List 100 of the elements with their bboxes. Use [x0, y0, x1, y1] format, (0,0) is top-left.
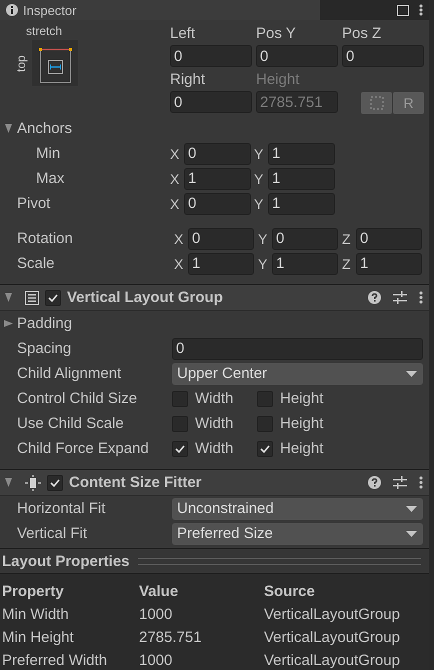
number-field[interactable]: 1 — [356, 252, 422, 274]
help-icon[interactable] — [368, 476, 381, 489]
number-field[interactable]: 1 — [268, 168, 335, 190]
checkbox-label: Width — [195, 415, 234, 432]
foldout-arrow-icon[interactable] — [4, 124, 13, 133]
kebab-icon[interactable] — [419, 4, 423, 16]
inspector-tab[interactable]: Inspector — [0, 0, 320, 20]
anchor-preset-icon[interactable] — [32, 40, 78, 86]
number-field[interactable]: 0 — [188, 228, 254, 250]
checkbox-label: Height — [280, 440, 324, 457]
info-icon — [6, 4, 18, 16]
field-label: Right — [170, 70, 206, 90]
axis-label: X — [174, 256, 184, 272]
caret-icon — [406, 370, 417, 376]
axis-label: Y — [254, 170, 264, 186]
number-field[interactable]: 0 — [170, 45, 252, 67]
column-header: Value — [139, 583, 180, 600]
axis-label: Y — [258, 230, 268, 246]
property-label: Child Alignment — [16, 365, 122, 382]
checkbox-label: Height — [280, 415, 324, 432]
number-field[interactable]: 1 — [188, 252, 254, 274]
axis-label: Z — [342, 256, 352, 272]
column-header: Property — [2, 583, 65, 600]
number-field[interactable]: 0 — [256, 45, 338, 67]
checkmark-icon — [47, 292, 59, 304]
property-label: Pivot — [16, 195, 52, 212]
preset-label: top — [14, 58, 28, 72]
number-field[interactable]: 0 — [184, 142, 251, 164]
presets-icon[interactable] — [393, 291, 407, 304]
table-cell-text: VerticalLayoutGroup — [264, 606, 401, 623]
dashed-square-icon — [370, 96, 384, 110]
dropdown[interactable]: Preferred Size — [172, 522, 423, 544]
number-field[interactable]: 0 — [272, 228, 338, 250]
axis-label: X — [170, 170, 180, 186]
kebab-icon[interactable] — [419, 291, 423, 304]
checkbox[interactable] — [257, 440, 273, 456]
number-field[interactable]: 0 — [170, 91, 252, 113]
checkbox-label: Height — [280, 390, 324, 407]
foldout-arrow-icon[interactable] — [4, 319, 13, 328]
property-label: Max — [35, 170, 66, 187]
help-icon[interactable] — [368, 291, 381, 304]
field-label: Height — [256, 70, 300, 90]
number-field[interactable]: 1 — [268, 142, 335, 164]
list-icon — [25, 290, 39, 304]
axis-label: X — [170, 146, 180, 162]
property-label: Horizontal Fit — [16, 500, 106, 517]
component-title: Content Size Fitter — [69, 474, 202, 491]
presets-icon[interactable] — [393, 476, 407, 489]
dropdown[interactable]: Unconstrained — [172, 498, 423, 520]
number-field[interactable]: 0 — [342, 45, 424, 67]
component-header[interactable]: Content Size Fitter — [0, 469, 429, 496]
checkbox-label: Width — [195, 390, 234, 407]
component-header[interactable]: Vertical Layout Group — [0, 284, 429, 311]
checkmark-icon — [174, 442, 186, 454]
number-field[interactable]: 0 — [172, 338, 423, 360]
property-label: Child Force Expand — [16, 440, 150, 457]
checkbox-label: Width — [195, 440, 234, 457]
foldout-arrow-icon[interactable] — [4, 293, 13, 302]
component-title: Vertical Layout Group — [67, 289, 223, 306]
number-field[interactable]: 1 — [272, 252, 338, 274]
axis-label: Y — [254, 196, 264, 212]
table-cell-text: VerticalLayoutGroup — [264, 652, 401, 669]
dropdown[interactable]: Upper Center — [172, 362, 423, 384]
preset-label: stretch — [25, 24, 64, 40]
axis-label: Y — [254, 146, 264, 162]
caret-icon — [406, 530, 417, 536]
checkbox[interactable] — [172, 440, 188, 456]
table-cell-text: VerticalLayoutGroup — [264, 629, 401, 646]
enable-checkbox[interactable] — [45, 290, 61, 306]
table-cell-text: 1000 — [139, 606, 174, 623]
number-field[interactable]: 0 — [184, 192, 251, 214]
caret-icon — [406, 506, 417, 512]
fitter-icon — [25, 474, 41, 490]
maximize-icon[interactable] — [397, 4, 409, 16]
table-cell-text: Min Height — [2, 629, 75, 646]
blueprint-mode-button[interactable] — [361, 92, 392, 114]
property-label: Rotation — [16, 230, 74, 247]
property-label: Spacing — [16, 340, 72, 357]
foldout-arrow-icon[interactable] — [4, 478, 13, 487]
section-label: Anchors — [17, 120, 72, 137]
axis-label: Z — [342, 230, 352, 246]
number-field[interactable]: 1 — [268, 192, 335, 214]
table-cell-text: Preferred Width — [2, 652, 108, 669]
field-label: Pos Y — [256, 24, 297, 44]
table-cell-text: 1000 — [139, 652, 174, 669]
kebab-icon[interactable] — [419, 476, 423, 489]
drag-handle[interactable] — [138, 558, 421, 564]
column-header: Source — [264, 583, 316, 600]
field-label: Left — [170, 24, 196, 44]
table-cell-text: Min Width — [2, 606, 70, 623]
number-field[interactable]: 0 — [356, 228, 422, 250]
property-label: Padding — [17, 315, 72, 332]
checkmark-icon — [259, 442, 271, 454]
number-field[interactable]: 1 — [184, 168, 251, 190]
property-label: Min — [35, 145, 62, 162]
property-label: Control Child Size — [16, 390, 138, 407]
axis-label: X — [174, 230, 184, 246]
enable-checkbox[interactable] — [47, 474, 63, 490]
panel-title: Layout Properties — [2, 552, 130, 570]
table-cell-text: 2785.751 — [139, 629, 203, 646]
